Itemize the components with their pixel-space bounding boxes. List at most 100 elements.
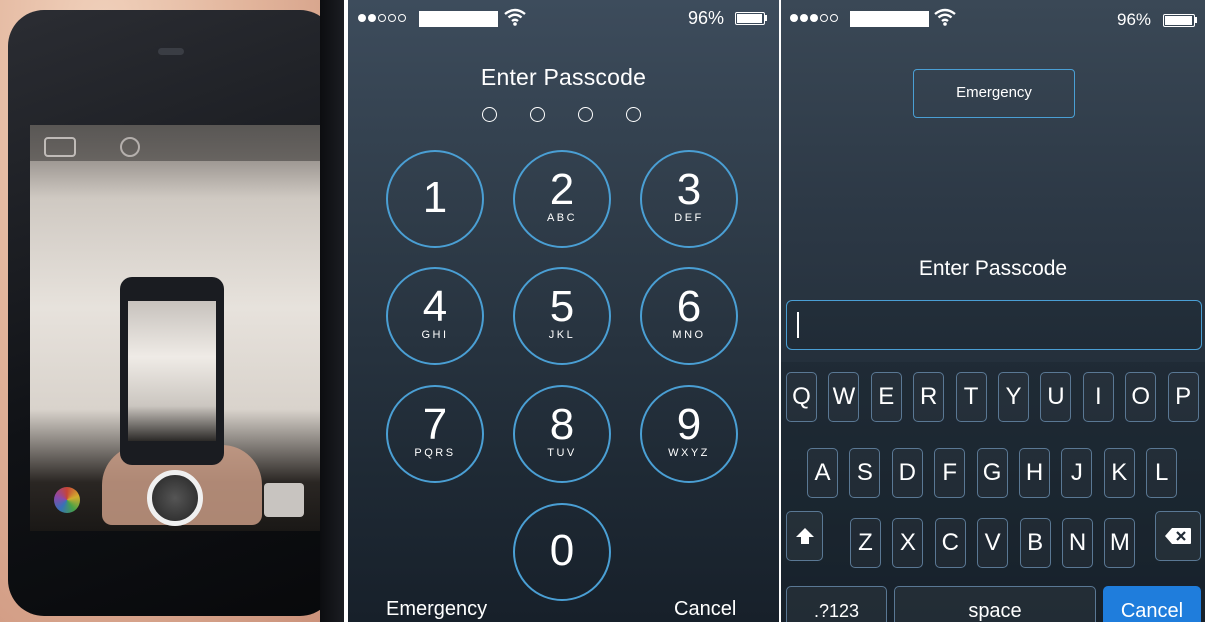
photo-panel (0, 0, 344, 622)
numeric-lock-screen: 96% Enter Passcode 1 2 ABC 3 DEF 4 GHI 5 JKL 6 MNO… (348, 0, 779, 622)
keypad-key-4[interactable]: 4 GHI (386, 267, 484, 365)
keypad-digit: 2 (549, 165, 575, 214)
keypad-key-9[interactable]: 9 WXYZ (640, 385, 738, 483)
key-k[interactable]: K (1103, 448, 1135, 498)
keypad-letters: DEF (674, 212, 704, 224)
keypad-letters: GHI (421, 329, 449, 341)
passcode-dots (482, 107, 641, 122)
delete-key[interactable] (1155, 511, 1201, 561)
phone-speaker (158, 48, 184, 55)
wifi-icon (934, 8, 956, 26)
key-t[interactable]: T (955, 372, 987, 422)
cancel-button[interactable]: Cancel (674, 598, 736, 621)
keypad-key-5[interactable]: 5 JKL (513, 267, 611, 365)
signal-dot (810, 14, 818, 22)
battery-percentage: 96% (1117, 10, 1152, 29)
keypad-letters: ABC (546, 212, 578, 224)
keypad-key-0[interactable]: 0 (513, 503, 611, 601)
camera-icon (44, 137, 76, 157)
keypad-letters: MNO (672, 329, 706, 341)
keypad-digit: 9 (676, 400, 702, 449)
key-j[interactable]: J (1061, 448, 1093, 498)
battery-icon (735, 12, 765, 25)
keypad-key-8[interactable]: 8 TUV (513, 385, 611, 483)
keypad-digit: 0 (549, 526, 575, 575)
passcode-input[interactable] (786, 300, 1202, 350)
keypad-key-6[interactable]: 6 MNO (640, 267, 738, 365)
cancel-key[interactable]: Cancel (1103, 586, 1201, 622)
space-key[interactable]: space (894, 586, 1096, 622)
emergency-button[interactable]: Emergency (386, 598, 487, 621)
shutter-button (147, 470, 203, 526)
status-bar: 96% (781, 0, 1205, 40)
keypad-digit: 7 (422, 400, 448, 449)
passcode-dot (626, 107, 641, 122)
battery-nub (765, 15, 767, 21)
key-l[interactable]: L (1146, 448, 1178, 498)
inner-phone (120, 277, 224, 465)
key-n[interactable]: N (1062, 518, 1093, 568)
shift-key[interactable] (786, 511, 823, 561)
key-d[interactable]: D (891, 448, 923, 498)
key-g[interactable]: G (976, 448, 1008, 498)
signal-dot (790, 14, 798, 22)
key-c[interactable]: C (934, 518, 966, 568)
passcode-title: Enter Passcode (480, 64, 647, 90)
key-y[interactable]: Y (998, 372, 1029, 422)
flip-camera-icon (120, 137, 140, 157)
text-caret (797, 312, 799, 338)
delete-icon (1165, 528, 1191, 544)
keypad-digit: 6 (676, 282, 702, 331)
keypad-digit: 1 (422, 173, 448, 222)
keypad-letters: JKL (548, 329, 576, 341)
numbers-key[interactable]: .?123 (786, 586, 887, 622)
key-m[interactable]: M (1104, 518, 1136, 568)
key-r[interactable]: R (913, 372, 945, 422)
keyboard: QWERTYUIOP ASDFGHJKL ZXCVBNM .?123 space C… (781, 362, 1205, 622)
passcode-dot (578, 107, 593, 122)
keypad-digit: 4 (422, 282, 448, 331)
key-i[interactable]: I (1082, 372, 1114, 422)
key-e[interactable]: E (870, 372, 902, 422)
keypad-key-3[interactable]: 3 DEF (640, 150, 738, 248)
photo-thumbnail (264, 483, 304, 517)
key-h[interactable]: H (1019, 448, 1050, 498)
signal-dot (378, 14, 386, 22)
key-z[interactable]: Z (850, 518, 881, 568)
signal-dot (820, 14, 828, 22)
keypad-key-2[interactable]: 2 ABC (513, 150, 611, 248)
carrier-name-redacted (419, 11, 498, 27)
key-b[interactable]: B (1019, 518, 1051, 568)
passcode-title: Enter Passcode (918, 257, 1068, 280)
key-w[interactable]: W (828, 372, 860, 422)
emergency-button[interactable]: Emergency (913, 69, 1075, 118)
key-p[interactable]: P (1167, 372, 1199, 422)
key-o[interactable]: O (1125, 372, 1157, 422)
shift-icon (795, 528, 814, 544)
key-v[interactable]: V (977, 518, 1009, 568)
inner-phone-screen (128, 301, 216, 441)
phone-photo (8, 10, 336, 616)
phone-edge (320, 0, 344, 622)
key-q[interactable]: Q (786, 372, 817, 422)
keypad-key-7[interactable]: 7 PQRS (386, 385, 484, 483)
signal-dot (398, 14, 406, 22)
filters-icon (54, 487, 80, 513)
key-u[interactable]: U (1040, 372, 1072, 422)
key-x[interactable]: X (892, 518, 924, 568)
key-f[interactable]: F (934, 448, 966, 498)
keypad-letters: TUV (547, 447, 577, 459)
signal-dot (368, 14, 376, 22)
battery-nub (1195, 17, 1197, 23)
key-a[interactable]: A (807, 448, 838, 498)
key-s[interactable]: S (849, 448, 881, 498)
signal-dot (388, 14, 396, 22)
passcode-dot (530, 107, 545, 122)
keypad-digit: 3 (676, 165, 702, 214)
keypad-digit: 5 (549, 282, 575, 331)
camera-top-bar (30, 125, 320, 161)
keypad-key-1[interactable]: 1 (386, 150, 484, 248)
passcode-dot (482, 107, 497, 122)
signal-dot (830, 14, 838, 22)
keypad-digit: 8 (549, 400, 575, 449)
